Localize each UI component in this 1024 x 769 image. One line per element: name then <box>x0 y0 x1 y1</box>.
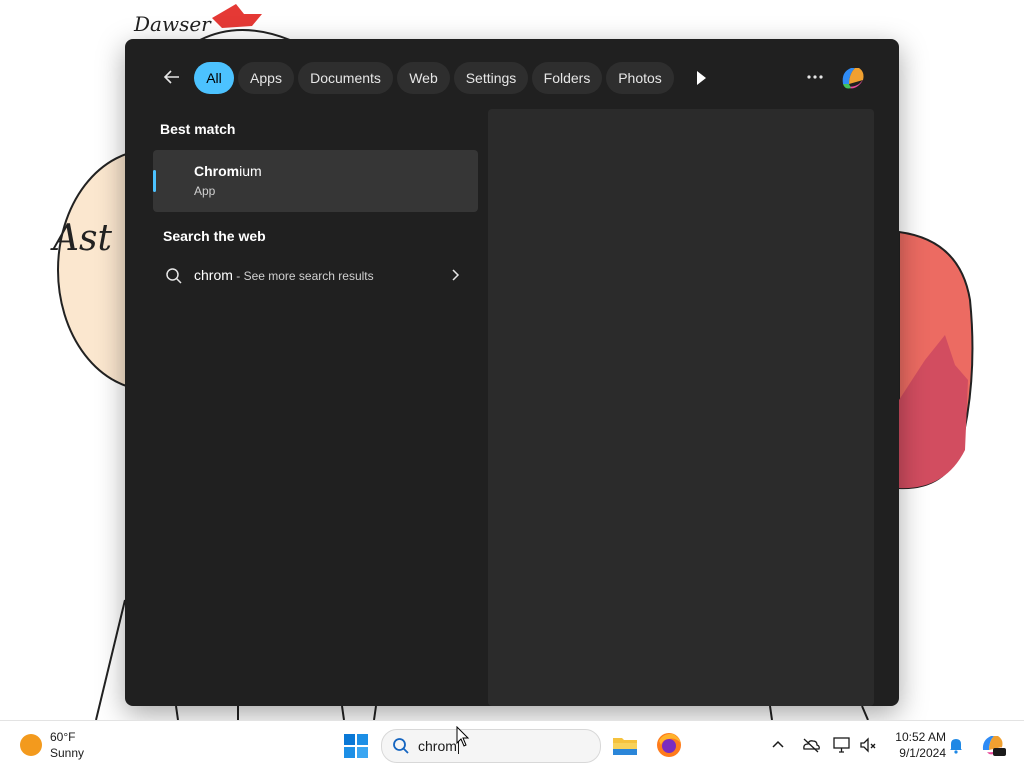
filter-all[interactable]: All <box>194 62 234 94</box>
copilot-icon <box>842 68 864 89</box>
copilot-taskbar-button[interactable] <box>979 731 1007 759</box>
chevron-right-icon <box>452 269 460 281</box>
mouse-cursor-icon <box>456 726 470 747</box>
audio-muted-icon <box>860 737 876 753</box>
copilot-pre-icon <box>982 736 1006 756</box>
search-icon <box>166 268 182 284</box>
copilot-button[interactable] <box>837 62 869 94</box>
result-app-name: Chromium <box>194 163 262 179</box>
result-app-type: App <box>194 184 216 198</box>
back-button[interactable] <box>161 66 183 88</box>
taskbar: 60°F Sunny chrom 10:52 AM 9/1/2024 <box>0 720 1024 769</box>
wallpaper-text: Ast <box>53 218 112 259</box>
clock-time: 10:52 AM <box>895 730 946 744</box>
show-hidden-icons-button[interactable] <box>768 735 788 755</box>
notifications-button[interactable] <box>946 735 966 755</box>
chevron-up-icon <box>772 740 784 748</box>
wallpaper-signature: Dawser <box>134 12 211 36</box>
firefox-icon <box>657 733 681 757</box>
filter-folders[interactable]: Folders <box>532 62 602 94</box>
back-arrow-icon <box>163 70 179 84</box>
onedrive-offline-icon <box>803 738 820 753</box>
volume-status[interactable] <box>858 735 878 755</box>
search-filter-bar: All Apps Documents Web Settings Folders … <box>125 39 899 117</box>
display-icon <box>833 737 850 753</box>
system-clock[interactable]: 10:52 AM 9/1/2024 <box>884 729 946 761</box>
taskbar-search-box[interactable]: chrom <box>381 729 601 763</box>
start-button[interactable] <box>343 733 369 759</box>
play-icon <box>697 71 706 85</box>
start-search-panel: All Apps Documents Web Settings Folders … <box>125 39 899 706</box>
preview-pane <box>488 109 874 706</box>
filter-documents[interactable]: Documents <box>298 62 393 94</box>
taskbar-search-text: chrom <box>418 738 459 754</box>
best-match-result[interactable]: Chromium App <box>153 150 478 212</box>
firefox-button[interactable] <box>655 731 683 759</box>
sun-icon <box>20 734 42 756</box>
weather-condition: Sunny <box>50 746 85 760</box>
more-options-button[interactable] <box>805 67 825 87</box>
filter-settings[interactable]: Settings <box>454 62 528 94</box>
filter-apps[interactable]: Apps <box>238 62 294 94</box>
search-web-heading: Search the web <box>163 228 266 244</box>
onedrive-status[interactable] <box>801 735 821 755</box>
more-options-icon <box>807 75 823 79</box>
search-icon <box>393 738 409 754</box>
more-filters-button[interactable] <box>693 69 709 87</box>
file-explorer-icon <box>613 738 637 755</box>
best-match-heading: Best match <box>160 121 236 137</box>
filter-web[interactable]: Web <box>397 62 450 94</box>
filter-photos[interactable]: Photos <box>606 62 674 94</box>
windows-start-icon <box>344 734 368 758</box>
clock-date: 9/1/2024 <box>899 746 946 760</box>
weather-temperature: 60°F <box>50 730 76 744</box>
file-explorer-button[interactable] <box>611 731 639 759</box>
web-search-result[interactable]: chrom - See more search results <box>153 256 478 296</box>
web-query-text: chrom - See more search results <box>194 267 374 283</box>
selection-indicator <box>153 170 156 192</box>
notification-bell-icon <box>950 739 962 754</box>
network-display-status[interactable] <box>832 735 852 755</box>
